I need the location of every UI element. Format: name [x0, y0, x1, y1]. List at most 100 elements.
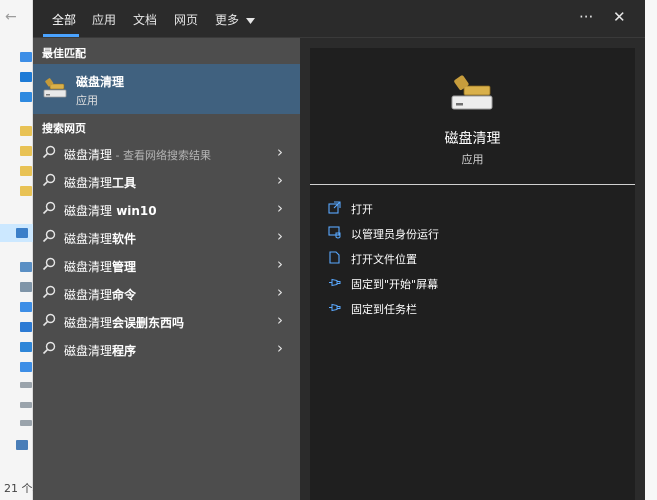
tab-more-label: 更多 — [215, 13, 240, 27]
web-result-suffix: win10 — [112, 204, 157, 218]
search-icon — [42, 285, 56, 299]
web-search-heading: 搜索网页 — [42, 122, 86, 135]
back-arrow-icon[interactable]: ← — [5, 9, 17, 25]
chevron-right-icon[interactable]: › — [277, 143, 283, 161]
nav-item-icon[interactable] — [20, 262, 32, 272]
action-pin-to-taskbar[interactable]: 固定到任务栏 — [328, 297, 618, 319]
chevron-right-icon[interactable]: › — [277, 199, 283, 217]
web-result-query: 磁盘清理 — [64, 148, 113, 162]
action-open-file-location[interactable]: 打开文件位置 — [328, 247, 618, 269]
nav-item-icon[interactable] — [20, 362, 32, 372]
nav-item-icon[interactable] — [20, 72, 32, 82]
chevron-right-icon[interactable]: › — [277, 283, 283, 301]
nav-item-icon[interactable] — [20, 302, 32, 312]
disk-cleanup-icon — [43, 78, 67, 98]
file-explorer-background: ← 21 个项 — [0, 0, 44, 500]
web-result-row[interactable]: 磁盘清理 win10 › — [33, 195, 300, 223]
web-result-suffix: 程序 — [112, 344, 137, 358]
web-result-row[interactable]: 磁盘清理命令 › — [33, 279, 300, 307]
search-icon — [42, 229, 56, 243]
results-list: 最佳匹配 磁盘清理 应用 搜索网页 磁盘清理 - 查看网络搜索结果 › 磁盘清理… — [33, 38, 300, 500]
search-icon — [42, 173, 56, 187]
web-result-text: 磁盘清理程序 — [64, 342, 136, 359]
best-match-item[interactable]: 磁盘清理 应用 — [33, 64, 300, 114]
action-open[interactable]: 打开 — [328, 197, 618, 219]
web-result-text: 磁盘清理管理 — [64, 258, 136, 275]
web-result-query: 磁盘清理 — [64, 232, 113, 246]
active-tab-indicator — [43, 34, 79, 37]
drive-icon[interactable] — [20, 402, 32, 408]
chevron-right-icon[interactable]: › — [277, 311, 283, 329]
web-result-text: 磁盘清理 - 查看网络搜索结果 — [64, 146, 211, 163]
action-label: 固定到任务栏 — [351, 303, 417, 316]
nav-item-icon[interactable] — [20, 282, 32, 292]
search-tabs: 全部 应用 文档 网页 更多 ··· ✕ — [33, 0, 645, 38]
tab-more[interactable]: 更多 — [215, 11, 255, 28]
chevron-right-icon[interactable]: › — [277, 227, 283, 245]
web-result-query: 磁盘清理 — [64, 204, 113, 218]
search-icon — [42, 201, 56, 215]
tab-web[interactable]: 网页 — [174, 11, 198, 28]
web-result-text: 磁盘清理工具 — [64, 174, 136, 191]
preview-divider — [310, 184, 635, 185]
disk-cleanup-icon — [451, 75, 493, 110]
action-pin-to-start[interactable]: 固定到"开始"屏幕 — [328, 272, 618, 294]
close-icon[interactable]: ✕ — [613, 8, 626, 26]
search-icon — [42, 341, 56, 355]
action-label: 以管理员身份运行 — [351, 228, 439, 241]
web-result-query: 磁盘清理 — [64, 344, 113, 358]
web-result-row[interactable]: 磁盘清理软件 › — [33, 223, 300, 251]
web-result-row[interactable]: 磁盘清理管理 › — [33, 251, 300, 279]
best-match-heading: 最佳匹配 — [42, 47, 86, 60]
web-result-query: 磁盘清理 — [64, 288, 113, 302]
preview-pane: 磁盘清理 应用 打开 以管理员身份运行 打开文件位置 固定到"开始"屏幕 固定到… — [310, 48, 635, 500]
file-location-icon — [329, 251, 340, 264]
web-result-text: 磁盘清理 win10 — [64, 202, 157, 219]
best-match-type: 应用 — [76, 94, 98, 107]
web-result-query: 磁盘清理 — [64, 260, 113, 274]
action-label: 固定到"开始"屏幕 — [351, 278, 439, 291]
action-label: 打开文件位置 — [351, 253, 417, 266]
chevron-right-icon[interactable]: › — [277, 255, 283, 273]
chevron-right-icon[interactable]: › — [277, 171, 283, 189]
web-result-text: 磁盘清理软件 — [64, 230, 136, 247]
music-icon[interactable] — [20, 342, 32, 352]
network-icon[interactable] — [16, 440, 28, 450]
nav-item-icon[interactable] — [20, 146, 32, 156]
action-run-as-admin[interactable]: 以管理员身份运行 — [328, 222, 618, 244]
nav-item-icon[interactable] — [20, 322, 32, 332]
web-result-suffix: 命令 — [112, 288, 137, 302]
nav-item-icon[interactable] — [20, 126, 32, 136]
nav-item-icon[interactable] — [20, 52, 32, 62]
more-options-icon[interactable]: ··· — [579, 8, 593, 26]
web-result-query: 磁盘清理 — [64, 176, 113, 190]
tab-apps[interactable]: 应用 — [92, 11, 116, 28]
chevron-right-icon[interactable]: › — [277, 339, 283, 357]
web-result-row[interactable]: 磁盘清理会误删东西吗 › — [33, 307, 300, 335]
web-result-row[interactable]: 磁盘清理程序 › — [33, 335, 300, 363]
web-result-suffix: 管理 — [112, 260, 137, 274]
web-result-text: 磁盘清理命令 — [64, 286, 136, 303]
chevron-down-icon — [245, 17, 255, 24]
search-panel: 全部 应用 文档 网页 更多 ··· ✕ 最佳匹配 磁盘清理 应用 搜索网页 磁… — [33, 0, 645, 500]
web-result-suffix: 工具 — [112, 176, 137, 190]
web-result-text: 磁盘清理会误删东西吗 — [64, 314, 184, 331]
this-pc-icon[interactable] — [16, 228, 28, 238]
web-result-hint: - 查看网络搜索结果 — [112, 149, 211, 162]
web-result-suffix: 软件 — [112, 232, 137, 246]
web-result-row[interactable]: 磁盘清理工具 › — [33, 167, 300, 195]
preview-app-name: 磁盘清理 — [444, 131, 501, 147]
tab-documents[interactable]: 文档 — [133, 11, 157, 28]
search-icon — [42, 313, 56, 327]
search-icon — [42, 145, 56, 159]
nav-item-icon[interactable] — [20, 92, 32, 102]
web-result-suffix: 会误删东西吗 — [112, 316, 185, 330]
nav-item-icon[interactable] — [20, 186, 32, 196]
preview-app-type: 应用 — [461, 153, 484, 166]
web-result-row[interactable]: 磁盘清理 - 查看网络搜索结果 › — [33, 139, 300, 167]
drive-icon[interactable] — [20, 382, 32, 388]
drive-icon[interactable] — [20, 420, 32, 426]
pin-icon — [329, 278, 341, 287]
tab-all[interactable]: 全部 — [52, 11, 76, 28]
nav-item-icon[interactable] — [20, 166, 32, 176]
